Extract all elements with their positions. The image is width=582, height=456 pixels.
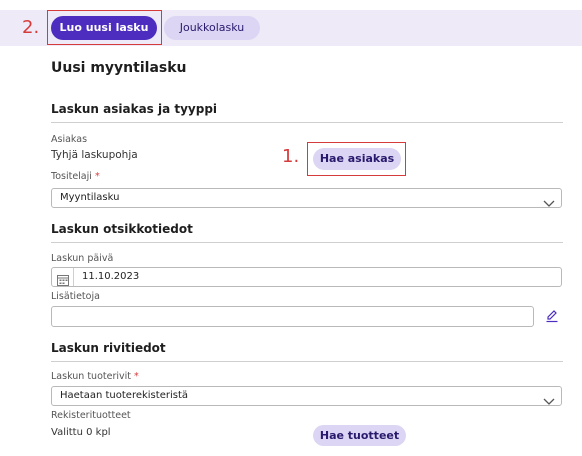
product-rows-select[interactable]: Haetaan tuoterekisteristä [51,386,562,406]
required-mark: * [134,371,139,382]
customer-value: Tyhjä laskupohja [51,149,138,161]
section-title-customer: Laskun asiakas ja tyyppi [51,102,563,123]
chevron-down-icon [543,193,555,212]
section-title-rows: Laskun rivitiedot [51,341,563,362]
search-customer-button[interactable]: Hae asiakas [313,148,401,170]
bulk-invoice-tab[interactable]: Joukkolasku [164,16,260,40]
product-rows-label-text: Laskun tuoterivit [51,371,131,382]
annotation-marker-2: 2. [22,17,40,38]
doc-type-label: Tositelaji * [51,171,100,182]
date-field-divider [73,268,74,286]
page-title: Uusi myyntilasku [51,60,187,76]
edit-pencil-icon[interactable] [545,308,559,327]
additional-info-label: Lisätietoja [51,291,100,302]
registry-products-label: Rekisterituotteet [51,410,131,421]
calendar-icon[interactable] [57,271,69,290]
new-invoice-tab[interactable]: Luo uusi lasku [51,16,157,40]
section-title-header-info: Laskun otsikkotiedot [51,222,563,243]
doc-type-value: Myyntilasku [60,192,120,203]
required-mark: * [94,171,100,182]
selected-count: Valittu 0 kpl [51,427,111,438]
fetch-products-button[interactable]: Hae tuotteet [313,425,406,446]
doc-type-label-text: Tositelaji [51,171,92,182]
product-rows-value: Haetaan tuoterekisteristä [60,390,188,401]
customer-label: Asiakas [51,134,88,145]
invoice-date-field[interactable]: 11.10.2023 [51,267,562,287]
additional-info-field[interactable] [51,306,534,327]
annotation-marker-1: 1. [282,146,300,167]
invoice-date-value: 11.10.2023 [82,271,140,282]
chevron-down-icon [543,391,555,410]
product-rows-label: Laskun tuoterivit * [51,371,139,382]
doc-type-select[interactable]: Myyntilasku [51,188,562,208]
invoice-date-label: Laskun päivä [51,253,114,264]
